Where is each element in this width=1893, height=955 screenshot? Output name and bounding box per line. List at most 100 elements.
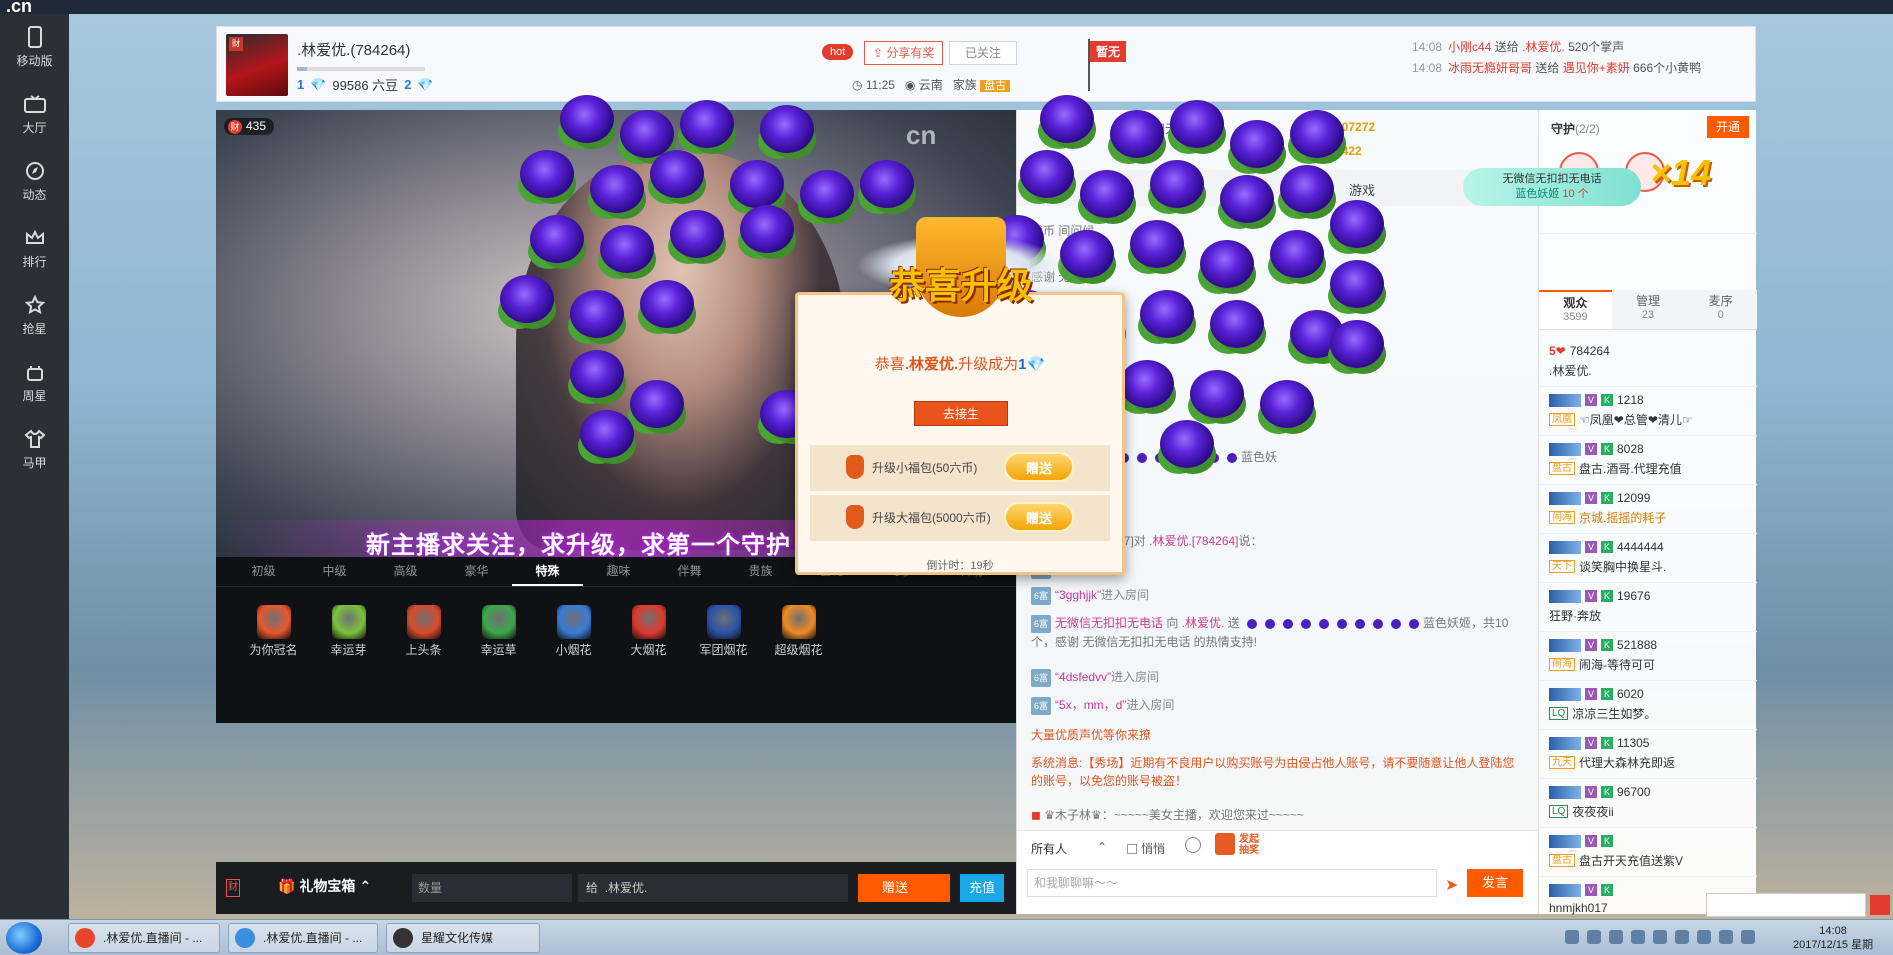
gift-tab[interactable]: 中级: [299, 557, 370, 586]
k-icon: K: [1601, 737, 1613, 749]
notice-icon[interactable]: [1870, 895, 1890, 915]
gift-item[interactable]: 幸运芽: [311, 605, 386, 658]
audience-row[interactable]: V K 6020 LQ 凉凉三生如梦。: [1539, 681, 1757, 730]
tab-audience-0[interactable]: 观众 3599: [1539, 290, 1612, 329]
speak-button[interactable]: 发言: [1467, 869, 1523, 897]
start-button[interactable]: [6, 922, 42, 954]
give-big-pack-button[interactable]: 赠送: [1004, 502, 1074, 532]
open-guard-button[interactable]: 开通: [1707, 116, 1749, 138]
tab-game[interactable]: 游戏: [1349, 180, 1375, 199]
gift-item[interactable]: 小烟花: [536, 605, 611, 658]
share-button[interactable]: ⇪ 分享有奖: [864, 41, 944, 65]
gift-label: 超级烟花: [774, 643, 823, 657]
family-badge: 盘古: [1549, 462, 1575, 475]
app-icon: [235, 928, 255, 948]
tray-icon[interactable]: [1587, 930, 1601, 944]
lottery-label[interactable]: 发起抽奖: [1239, 834, 1263, 856]
recipient-select[interactable]: 给 .林爱优.: [578, 874, 848, 902]
gift-tab[interactable]: 伴舞: [654, 557, 725, 586]
tray-icon[interactable]: [1565, 930, 1579, 944]
nav-item-1[interactable]: 大厅: [0, 81, 69, 148]
mini-toolbar[interactable]: [1706, 893, 1866, 917]
tab-audience-2[interactable]: 麦序 0: [1684, 290, 1757, 329]
treasure-box-button[interactable]: 🎁 礼物宝箱 ⌃: [278, 876, 371, 896]
diamond-icon: 💎: [310, 76, 327, 92]
tray-icon[interactable]: [1697, 930, 1711, 944]
family-badge: LQ: [1549, 805, 1569, 818]
user-level-badge: 6富: [1031, 587, 1052, 605]
chat-input[interactable]: 和我聊聊嘛～～: [1027, 869, 1437, 897]
taskbar-item[interactable]: 星耀文化传媒: [386, 923, 540, 953]
gift-item[interactable]: 超级烟花: [761, 605, 836, 658]
rank-flag[interactable]: 暂无: [1088, 39, 1128, 91]
whisper-checkbox[interactable]: 悄悄: [1127, 840, 1165, 857]
tray-icon[interactable]: [1631, 930, 1645, 944]
system-clock[interactable]: 14:08 2017/12/15 星期: [1793, 924, 1873, 952]
gift-tab[interactable]: 贵族: [725, 557, 796, 586]
lottery-icon[interactable]: [1215, 833, 1235, 855]
chat-user[interactable]: “4dsfedvv”: [1055, 670, 1111, 684]
nav-item-2[interactable]: 动态: [0, 148, 69, 215]
gift-tab[interactable]: 初级: [228, 557, 299, 586]
emoji-icon[interactable]: [1185, 837, 1201, 853]
taskbar-item[interactable]: .林爱优.直播间 - ...: [228, 923, 378, 953]
gift-item[interactable]: 上头条: [386, 605, 461, 658]
nav-item-label: 抢星: [22, 322, 47, 336]
nav-item-0[interactable]: 移动版: [0, 14, 69, 81]
gift-label: 小烟花: [555, 643, 592, 657]
k-icon: K: [1601, 541, 1613, 553]
family-tag[interactable]: 盘古: [980, 80, 1011, 92]
give-small-pack-button[interactable]: 赠送: [1004, 452, 1074, 482]
chevron-up-icon[interactable]: ⌃: [1097, 840, 1107, 854]
audience-row[interactable]: 5❤ 784264 .林爱优.: [1539, 338, 1757, 387]
gift-item[interactable]: 为你冠名: [236, 605, 311, 658]
tray-icon[interactable]: [1653, 930, 1667, 944]
nav-item-4[interactable]: 抢星: [0, 282, 69, 349]
level-right: 2: [404, 77, 412, 92]
gift-tab[interactable]: 趣味: [583, 557, 654, 586]
chat-user[interactable]: “3gghjjk”: [1055, 588, 1101, 602]
audience-row[interactable]: V K 4444444 天下 谈笑胸中换星斗.: [1539, 534, 1757, 583]
gift-tab[interactable]: 高级: [370, 557, 441, 586]
anchor-avatar[interactable]: 财: [226, 34, 288, 96]
audience-row[interactable]: V K 1218 凤凰 ☜凤凰❤总管❤清儿☞: [1539, 387, 1757, 436]
taskbar-item[interactable]: .林爱优.直播间 - ...: [68, 923, 220, 953]
accept-button[interactable]: 去接生: [914, 401, 1008, 426]
send-gift-button[interactable]: 赠送: [858, 874, 950, 902]
quantity-input[interactable]: 数量: [412, 874, 572, 902]
tray-icon[interactable]: [1675, 930, 1689, 944]
audience-row[interactable]: V K 19676 狂野·奔放: [1539, 583, 1757, 632]
follow-button[interactable]: 已关注: [949, 41, 1017, 65]
audience-row[interactable]: V K 521888 闹海 闹海-等待可可: [1539, 632, 1757, 681]
nav-item-3[interactable]: 排行: [0, 215, 69, 282]
audience-row[interactable]: V K 盘古 盘古开天充值送紫V: [1539, 828, 1757, 877]
chat-user[interactable]: “5x，mm，d”: [1055, 698, 1126, 712]
nav-item-6[interactable]: 马甲: [0, 416, 69, 483]
audience-select[interactable]: 所有人: [1031, 840, 1067, 857]
audience-row[interactable]: V K 11305 九天 代理大森林充即返: [1539, 730, 1757, 779]
gift-item[interactable]: 幸运草: [461, 605, 536, 658]
audience-row[interactable]: V K 8028 盘古 盘古.酒哥.代理充值: [1539, 436, 1757, 485]
gift-icon: [631, 605, 666, 639]
tray-icon[interactable]: [1741, 930, 1755, 944]
nav-item-5[interactable]: 周星: [0, 349, 69, 416]
tray-icon[interactable]: [1719, 930, 1733, 944]
gift-icon: [706, 605, 741, 639]
recharge-button[interactable]: 充值: [960, 874, 1004, 902]
gift-item[interactable]: 军团烟花: [686, 605, 761, 658]
vip-icon: V: [1585, 688, 1597, 700]
audience-row[interactable]: V K 12099 闹海 京城.摇摇的耗子: [1539, 485, 1757, 534]
congrats-text: 恭喜.林爱优.升级成为1💎: [874, 356, 1046, 373]
system-tray: [1565, 930, 1755, 944]
gift-item[interactable]: 大烟花: [611, 605, 686, 658]
tab-audience-1[interactable]: 管理 23: [1612, 290, 1685, 329]
send-icon[interactable]: ➤: [1445, 875, 1458, 895]
gift-tab[interactable]: 特殊: [512, 557, 583, 586]
pack-label: 升级小福包(50六币): [872, 461, 978, 475]
audience-row[interactable]: V K 96700 LQ 夜夜夜ii: [1539, 779, 1757, 828]
gift-tab[interactable]: 豪华: [441, 557, 512, 586]
vip-icon: V: [1585, 786, 1597, 798]
tray-icon[interactable]: [1609, 930, 1623, 944]
wealth-icon[interactable]: 财: [226, 879, 240, 897]
beans-count: 99586 六豆: [332, 78, 399, 93]
